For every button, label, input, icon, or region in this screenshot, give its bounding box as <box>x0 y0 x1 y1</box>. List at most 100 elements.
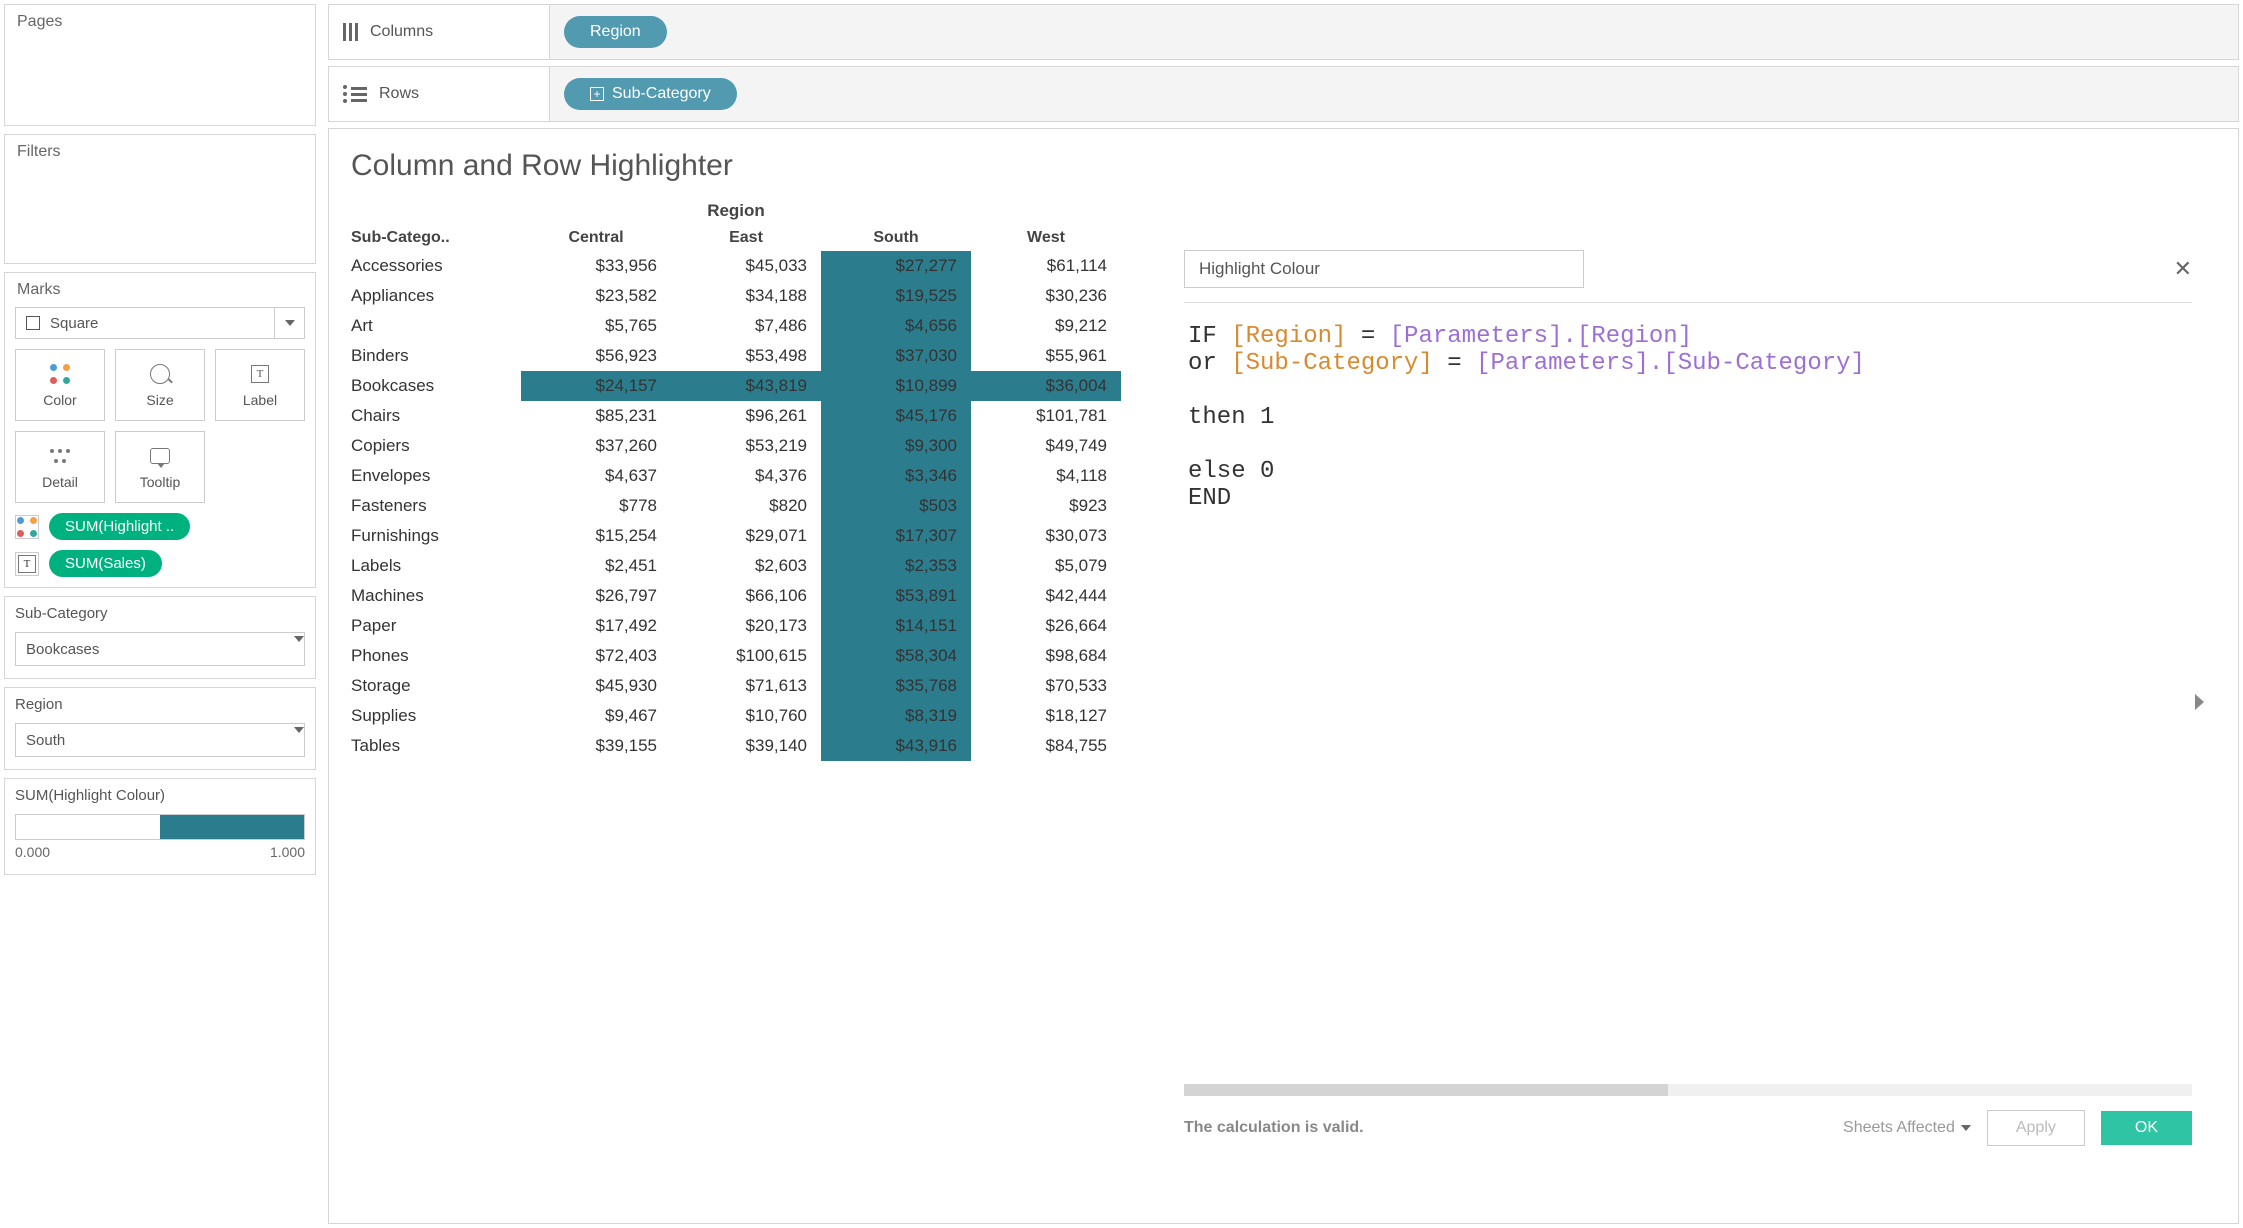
cell[interactable]: $61,114 <box>971 251 1121 281</box>
apply-button[interactable]: Apply <box>1987 1110 2085 1146</box>
rows-shelf[interactable]: Rows + Sub-Category <box>328 66 2239 122</box>
filters-shelf[interactable]: Filters <box>4 134 316 264</box>
cell[interactable]: $29,071 <box>671 521 821 551</box>
cell[interactable]: $49,749 <box>971 431 1121 461</box>
cell[interactable]: $17,492 <box>521 611 671 641</box>
column-header[interactable]: West <box>971 225 1121 251</box>
cell[interactable]: $37,030 <box>821 341 971 371</box>
cell[interactable]: $30,073 <box>971 521 1121 551</box>
cell[interactable]: $39,140 <box>671 731 821 761</box>
cell[interactable]: $43,819 <box>671 371 821 401</box>
cell[interactable]: $45,176 <box>821 401 971 431</box>
cell[interactable]: $56,923 <box>521 341 671 371</box>
param-region-select[interactable]: South <box>15 723 305 757</box>
cell[interactable]: $55,961 <box>971 341 1121 371</box>
calc-formula-editor[interactable]: IF [Region] = [Parameters].[Region] or [… <box>1168 303 2208 1084</box>
cell[interactable]: $85,231 <box>521 401 671 431</box>
cell[interactable]: $27,277 <box>821 251 971 281</box>
horizontal-scrollbar[interactable] <box>1184 1084 2192 1096</box>
cell[interactable]: $72,403 <box>521 641 671 671</box>
column-header[interactable]: South <box>821 225 971 251</box>
dropdown-caret[interactable] <box>294 642 304 657</box>
cell[interactable]: $5,079 <box>971 551 1121 581</box>
cell[interactable]: $53,219 <box>671 431 821 461</box>
cell[interactable]: $101,781 <box>971 401 1121 431</box>
cell[interactable]: $43,916 <box>821 731 971 761</box>
cell[interactable]: $4,118 <box>971 461 1121 491</box>
cell[interactable]: $70,533 <box>971 671 1121 701</box>
cell[interactable]: $26,664 <box>971 611 1121 641</box>
marks-pill-highlight[interactable]: SUM(Highlight .. <box>15 513 190 540</box>
cell[interactable]: $98,684 <box>971 641 1121 671</box>
ok-button[interactable]: OK <box>2101 1111 2192 1145</box>
cell[interactable]: $53,498 <box>671 341 821 371</box>
cell[interactable]: $23,582 <box>521 281 671 311</box>
cell[interactable]: $42,444 <box>971 581 1121 611</box>
cell[interactable]: $35,768 <box>821 671 971 701</box>
column-header[interactable]: Central <box>521 225 671 251</box>
cell[interactable]: $100,615 <box>671 641 821 671</box>
cell[interactable]: $26,797 <box>521 581 671 611</box>
detail-button[interactable]: Detail <box>15 431 105 503</box>
color-legend-bar[interactable] <box>15 814 305 840</box>
cell[interactable]: $503 <box>821 491 971 521</box>
scrollbar-thumb[interactable] <box>1184 1084 1668 1096</box>
cell[interactable]: $14,151 <box>821 611 971 641</box>
cell[interactable]: $30,236 <box>971 281 1121 311</box>
cell[interactable]: $9,467 <box>521 701 671 731</box>
cell[interactable]: $24,157 <box>521 371 671 401</box>
expand-caret-icon[interactable] <box>2195 694 2204 710</box>
rows-pill-subcategory[interactable]: + Sub-Category <box>564 78 737 110</box>
sheets-affected-dropdown[interactable]: Sheets Affected <box>1843 1119 1971 1137</box>
pages-shelf[interactable]: Pages <box>4 4 316 126</box>
cell[interactable]: $71,613 <box>671 671 821 701</box>
marks-pill-sales[interactable]: T SUM(Sales) <box>15 550 162 577</box>
cell[interactable]: $37,260 <box>521 431 671 461</box>
cell[interactable]: $17,307 <box>821 521 971 551</box>
cell[interactable]: $4,376 <box>671 461 821 491</box>
cell[interactable]: $4,656 <box>821 311 971 341</box>
cell[interactable]: $18,127 <box>971 701 1121 731</box>
cell[interactable]: $2,603 <box>671 551 821 581</box>
cell[interactable]: $19,525 <box>821 281 971 311</box>
cell[interactable]: $53,891 <box>821 581 971 611</box>
cell[interactable]: $45,033 <box>671 251 821 281</box>
cell[interactable]: $923 <box>971 491 1121 521</box>
cell[interactable]: $9,300 <box>821 431 971 461</box>
cell[interactable]: $96,261 <box>671 401 821 431</box>
tooltip-button[interactable]: Tooltip <box>115 431 205 503</box>
cell[interactable]: $33,956 <box>521 251 671 281</box>
cell[interactable]: $66,106 <box>671 581 821 611</box>
cell[interactable]: $10,760 <box>671 701 821 731</box>
cell[interactable]: $2,353 <box>821 551 971 581</box>
cell[interactable]: $820 <box>671 491 821 521</box>
cell[interactable]: $7,486 <box>671 311 821 341</box>
label-button[interactable]: T Label <box>215 349 305 421</box>
cell[interactable]: $39,155 <box>521 731 671 761</box>
columns-shelf[interactable]: Columns Region <box>328 4 2239 60</box>
cell[interactable]: $84,755 <box>971 731 1121 761</box>
cell[interactable]: $45,930 <box>521 671 671 701</box>
cell[interactable]: $36,004 <box>971 371 1121 401</box>
cell[interactable]: $9,212 <box>971 311 1121 341</box>
mark-type-select[interactable]: Square <box>15 307 305 339</box>
cell[interactable]: $8,319 <box>821 701 971 731</box>
cell[interactable]: $20,173 <box>671 611 821 641</box>
columns-pill-region[interactable]: Region <box>564 16 667 48</box>
cell[interactable]: $2,451 <box>521 551 671 581</box>
column-header[interactable]: East <box>671 225 821 251</box>
cell[interactable]: $15,254 <box>521 521 671 551</box>
param-subcategory-select[interactable]: Bookcases <box>15 632 305 666</box>
cell[interactable]: $58,304 <box>821 641 971 671</box>
cell[interactable]: $3,346 <box>821 461 971 491</box>
size-button[interactable]: Size <box>115 349 205 421</box>
cell[interactable]: $778 <box>521 491 671 521</box>
cell[interactable]: $5,765 <box>521 311 671 341</box>
color-button[interactable]: Color <box>15 349 105 421</box>
cell[interactable]: $4,637 <box>521 461 671 491</box>
cell[interactable]: $34,188 <box>671 281 821 311</box>
close-icon[interactable]: ✕ <box>2174 256 2192 282</box>
calc-editor-dialog[interactable]: Highlight Colour ✕ IF [Region] = [Parame… <box>1168 240 2208 1160</box>
dropdown-caret[interactable] <box>274 308 304 338</box>
calc-name-input[interactable]: Highlight Colour <box>1184 250 1584 288</box>
